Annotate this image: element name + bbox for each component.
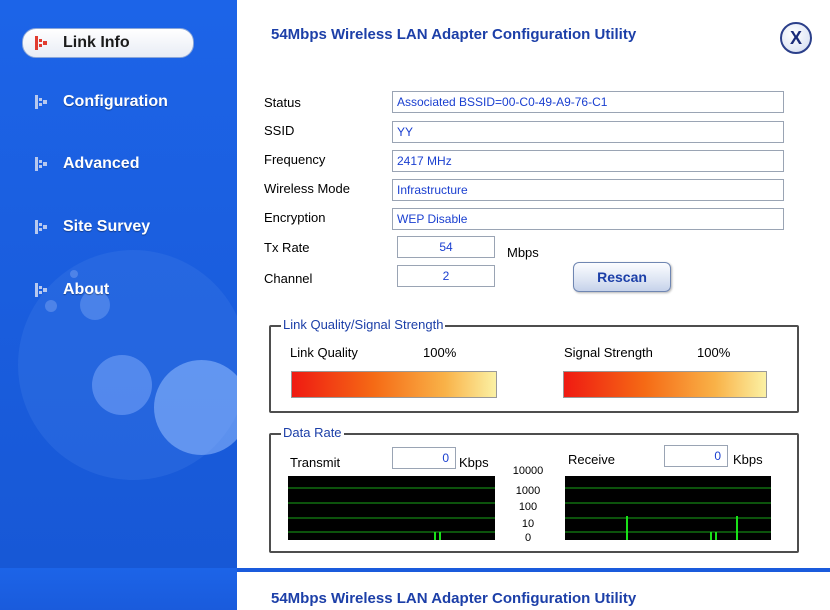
encryption-field: WEP Disable <box>392 208 784 230</box>
transmit-label: Transmit <box>290 455 341 470</box>
scale-label: 1000 <box>515 485 541 497</box>
main-panel: 54Mbps Wireless LAN Adapter Configuratio… <box>237 0 830 568</box>
encryption-label: Encryption <box>264 210 326 225</box>
signal-strength-label: Signal Strength <box>564 345 653 360</box>
sidebar-item-label: Site Survey <box>63 218 151 235</box>
transmit-field: 0 <box>392 447 456 469</box>
scale-label: 0 <box>524 532 532 544</box>
scale-label: 10000 <box>512 465 544 477</box>
transmit-graph <box>288 476 495 540</box>
signal-group-title: Link Quality/Signal Strength <box>281 317 446 332</box>
signal-strength-value: 100% <box>697 345 731 360</box>
close-button[interactable]: X <box>780 22 812 54</box>
tx-rate-unit: Mbps <box>507 245 539 260</box>
bars-icon <box>31 36 51 50</box>
status-label: Status <box>264 95 301 110</box>
sidebar-item-advanced[interactable]: Advanced <box>22 150 201 178</box>
frequency-label: Frequency <box>264 152 326 167</box>
sidebar: Link Info Configuration Advanced Site Su… <box>0 0 237 568</box>
receive-graph <box>565 476 771 540</box>
status-field: Associated BSSID=00-C0-49-A9-76-C1 <box>392 91 784 113</box>
link-quality-label: Link Quality <box>290 345 358 360</box>
sidebar-item-label: Configuration <box>63 93 168 110</box>
signal-group: Link Quality/Signal Strength Link Qualit… <box>269 317 799 413</box>
link-quality-bar <box>291 371 497 398</box>
tx-rate-label: Tx Rate <box>264 240 310 255</box>
data-rate-group-title: Data Rate <box>281 425 344 440</box>
data-rate-group: Data Rate Transmit 0 Kbps Receive 0 Kbps… <box>269 425 799 553</box>
rescan-button[interactable]: Rescan <box>573 262 671 292</box>
bars-icon <box>31 95 51 109</box>
channel-label: Channel <box>264 271 313 286</box>
bottom-panel: 54Mbps Wireless LAN Adapter Configuratio… <box>237 568 830 610</box>
link-quality-value: 100% <box>423 345 457 360</box>
bars-icon <box>31 157 51 171</box>
ssid-field: YY <box>392 121 784 143</box>
scale-label: 100 <box>518 501 538 513</box>
frequency-field: 2417 MHz <box>392 150 784 172</box>
ssid-label: SSID <box>264 123 295 138</box>
receive-unit: Kbps <box>733 452 763 467</box>
decor-bubble <box>92 355 152 415</box>
tx-rate-field: 54 <box>397 236 495 258</box>
wireless-mode-field: Infrastructure <box>392 179 784 201</box>
bars-icon <box>31 220 51 234</box>
sidebar-item-label: Link Info <box>63 34 130 51</box>
transmit-unit: Kbps <box>459 455 489 470</box>
sidebar-bottom <box>0 568 237 610</box>
channel-field: 2 <box>397 265 495 287</box>
close-icon: X <box>789 28 802 48</box>
signal-strength-bar <box>563 371 767 398</box>
sidebar-item-about[interactable]: About <box>22 276 201 304</box>
sidebar-item-site-survey[interactable]: Site Survey <box>22 213 201 241</box>
app-title-secondary: 54Mbps Wireless LAN Adapter Configuratio… <box>271 590 637 607</box>
transmit-graph-svg <box>288 487 495 540</box>
sidebar-item-configuration[interactable]: Configuration <box>22 88 201 116</box>
receive-field: 0 <box>664 445 728 467</box>
sidebar-item-link-info[interactable]: Link Info <box>22 28 194 58</box>
bars-icon <box>31 283 51 297</box>
app-title: 54Mbps Wireless LAN Adapter Configuratio… <box>271 26 637 43</box>
sidebar-item-label: About <box>63 281 110 298</box>
sidebar-item-label: Advanced <box>63 155 140 172</box>
wireless-mode-label: Wireless Mode <box>264 181 350 196</box>
receive-label: Receive <box>568 452 615 467</box>
receive-graph-svg <box>565 487 771 540</box>
scale-label: 10 <box>521 518 535 530</box>
